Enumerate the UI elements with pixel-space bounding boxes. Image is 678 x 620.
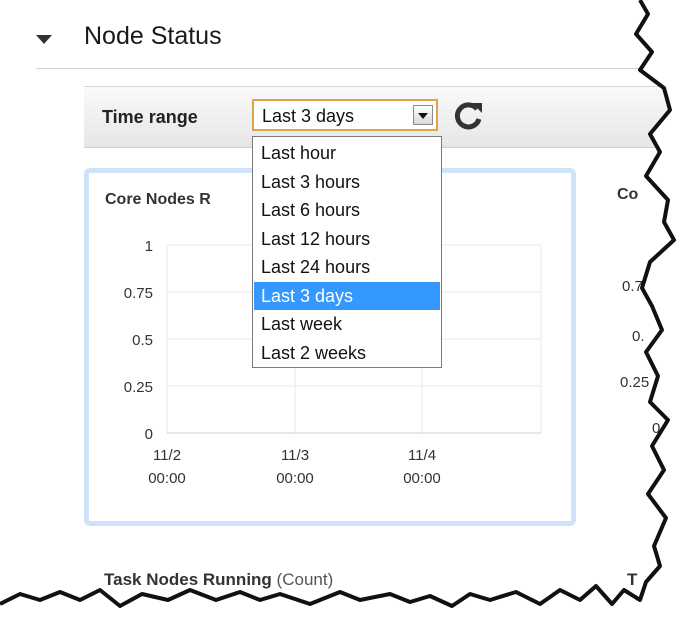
x-tick-label: 00:00	[403, 470, 441, 487]
node-status-panel: Node Status Time range Last 3 days Core …	[0, 0, 678, 620]
x-tick-label: 11/2	[153, 447, 181, 464]
task-nodes-unit: (Count)	[276, 570, 334, 589]
dropdown-option[interactable]: Last 6 hours	[254, 196, 440, 224]
section-divider	[36, 68, 656, 69]
section-title: Node Status	[84, 22, 222, 50]
time-range-value: Last 3 days	[262, 106, 355, 126]
section-header[interactable]: Node Status	[36, 18, 676, 68]
time-range-dropdown[interactable]: Last hour Last 3 hours Last 6 hours Last 12…	[252, 136, 442, 368]
y-tick-label: 1	[145, 238, 153, 255]
refresh-icon[interactable]	[452, 99, 486, 133]
task-nodes-chart-title: Task Nodes Running (Count)	[104, 570, 333, 590]
right-bottom-title: T	[627, 570, 638, 589]
y-tick-label: 0.75	[124, 285, 153, 302]
task-nodes-title: Task Nodes Running	[104, 570, 272, 589]
chevron-down-icon[interactable]	[413, 105, 433, 125]
dropdown-option[interactable]: Last 3 days	[254, 281, 440, 310]
dropdown-option[interactable]: Last 24 hours	[254, 253, 440, 281]
y-tick-label: 0.5	[132, 332, 153, 349]
y-tick-label: 0	[145, 426, 153, 443]
x-tick-label: 11/3	[281, 447, 309, 464]
right-chart-title: Co	[617, 186, 639, 203]
dropdown-option[interactable]: Last week	[254, 310, 440, 338]
right-chart-tick: 0	[652, 420, 661, 437]
right-chart-tick: 0.7	[622, 278, 643, 295]
dropdown-option[interactable]: Last 3 hours	[254, 168, 440, 196]
y-tick-label: 0.25	[124, 379, 153, 396]
dropdown-option[interactable]: Last 2 weeks	[254, 339, 440, 367]
time-range-label: Time range	[102, 107, 198, 127]
time-range-select[interactable]: Last 3 days	[252, 99, 438, 131]
right-chart-tick: 0.25	[620, 374, 650, 391]
x-tick-label: 00:00	[276, 470, 314, 487]
x-tick-label: 11/4	[408, 447, 436, 464]
x-tick-label: 00:00	[148, 470, 186, 487]
caret-down-icon[interactable]	[36, 35, 52, 44]
dropdown-option[interactable]: Last hour	[254, 139, 440, 167]
right-chart-tick: 0.	[632, 328, 645, 345]
dropdown-option[interactable]: Last 12 hours	[254, 225, 440, 253]
